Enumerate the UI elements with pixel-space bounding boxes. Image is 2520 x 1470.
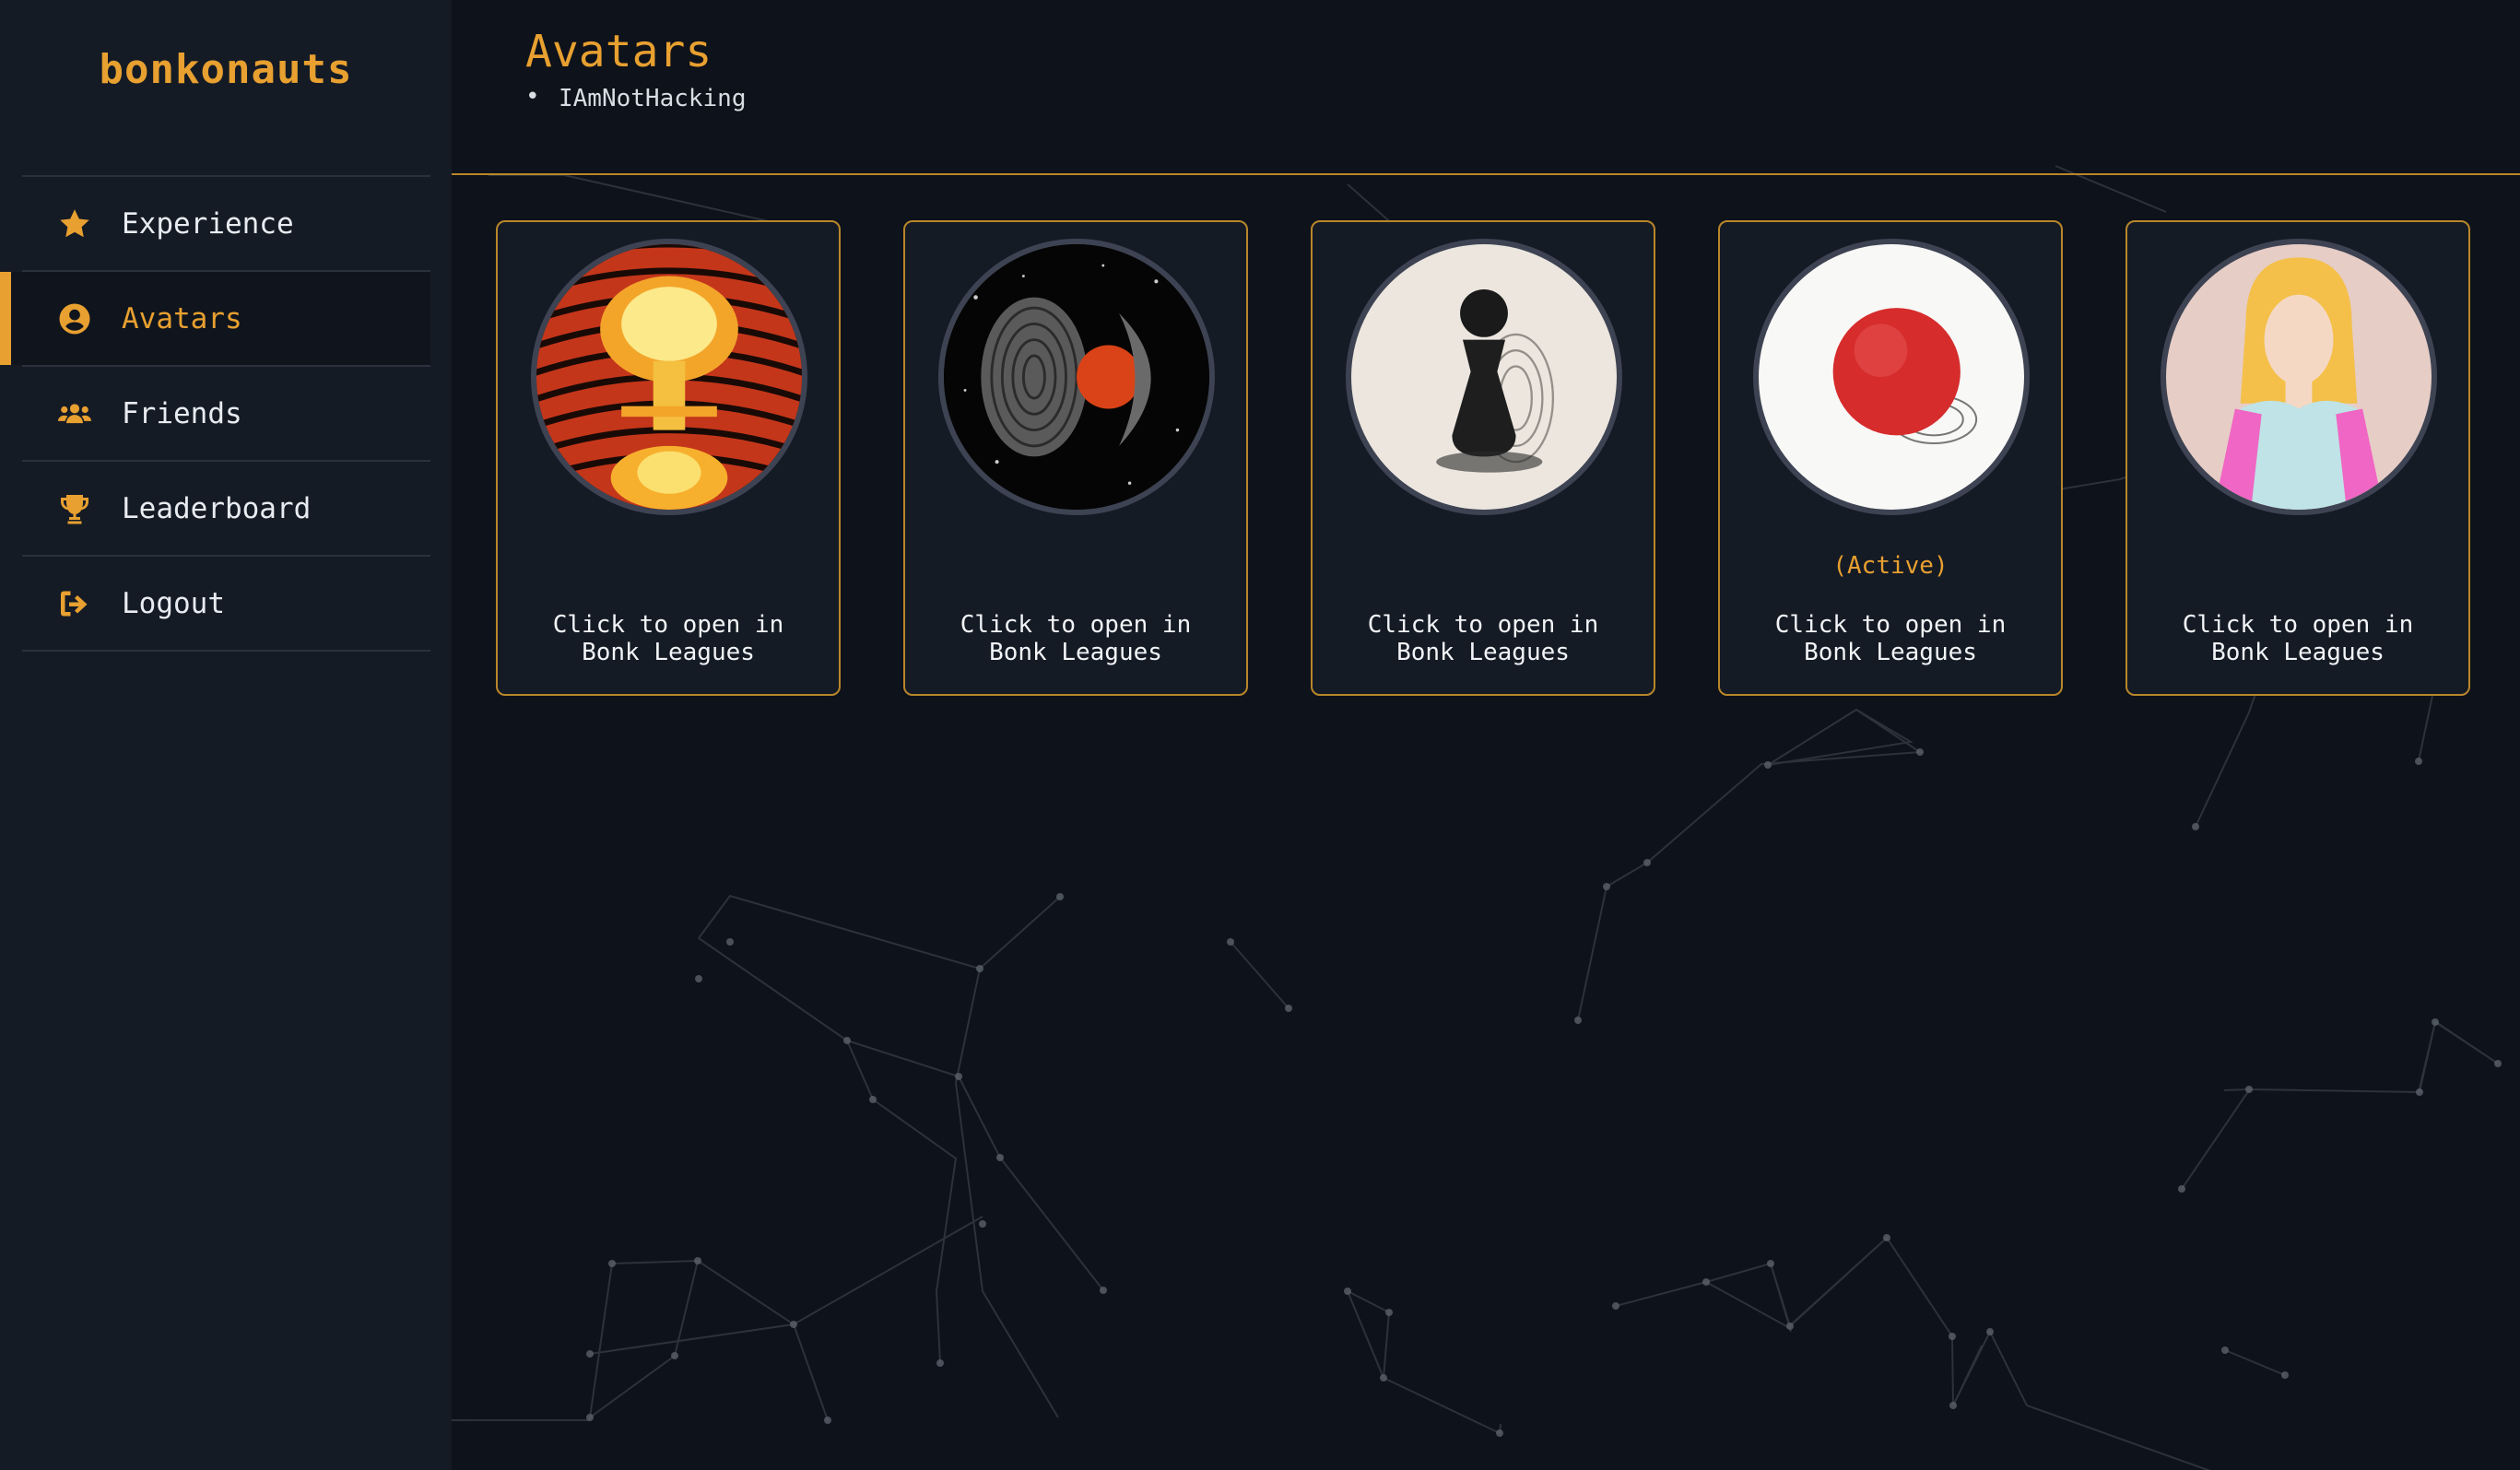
open-in-bonk-leagues-link[interactable]: Click to open in Bonk Leagues [1748,611,2033,666]
sidebar-item-label: Friends [122,396,242,430]
avatar-card[interactable]: Click to open in Bonk Leagues [903,220,1248,696]
sidebar-item-avatars[interactable]: Avatars [0,272,430,367]
sidebar-nav: Experience Avatars Friends Leaderboard L [0,175,430,652]
brand-logo[interactable]: bonkonauts [0,46,452,93]
list-item-username: IAmNotHacking [525,83,747,112]
avatar-card[interactable]: Click to open in Bonk Leagues [496,220,841,696]
open-in-bonk-leagues-link[interactable]: Click to open in Bonk Leagues [1340,611,1626,666]
sidebar-item-logout[interactable]: Logout [22,557,430,652]
user-list: IAmNotHacking [525,83,747,112]
active-status-label: (Active) [1832,552,1949,580]
user-circle-icon [55,300,94,338]
anime-girl-avatar [2161,239,2437,515]
open-in-bonk-leagues-link[interactable]: Click to open in Bonk Leagues [2155,611,2441,666]
fingerprint-planet-split-avatar [938,239,1215,515]
sign-out-icon [55,584,94,623]
users-icon [55,394,94,433]
avatar-card[interactable]: Click to open in Bonk Leagues [1311,220,1655,696]
star-icon [55,205,94,243]
red-ball-fingerprint-avatar [1753,239,2030,515]
open-in-bonk-leagues-link[interactable]: Click to open in Bonk Leagues [933,611,1219,666]
sidebar-item-label: Leaderboard [122,491,312,525]
sidebar-item-friends[interactable]: Friends [22,367,430,462]
trophy-icon [55,489,94,528]
sidebar: bonkonauts Experience Avatars Friends Le… [0,0,452,1470]
open-in-bonk-leagues-link[interactable]: Click to open in Bonk Leagues [525,611,811,666]
page-header: Avatars IAmNotHacking [452,0,2520,175]
sidebar-item-label: Logout [122,586,225,620]
sidebar-item-leaderboard[interactable]: Leaderboard [22,462,430,557]
fingerprint-pawn-avatar [1346,239,1622,515]
avatar-card[interactable]: (Active) Click to open in Bonk Leagues [1718,220,2063,696]
sidebar-item-experience[interactable]: Experience [22,177,430,272]
avatar-card[interactable]: Click to open in Bonk Leagues [2126,220,2470,696]
fingerprint-explosion-avatar [531,239,807,515]
sidebar-item-label: Avatars [122,301,242,335]
sidebar-item-label: Experience [122,206,294,241]
page-title: Avatars [525,26,712,77]
